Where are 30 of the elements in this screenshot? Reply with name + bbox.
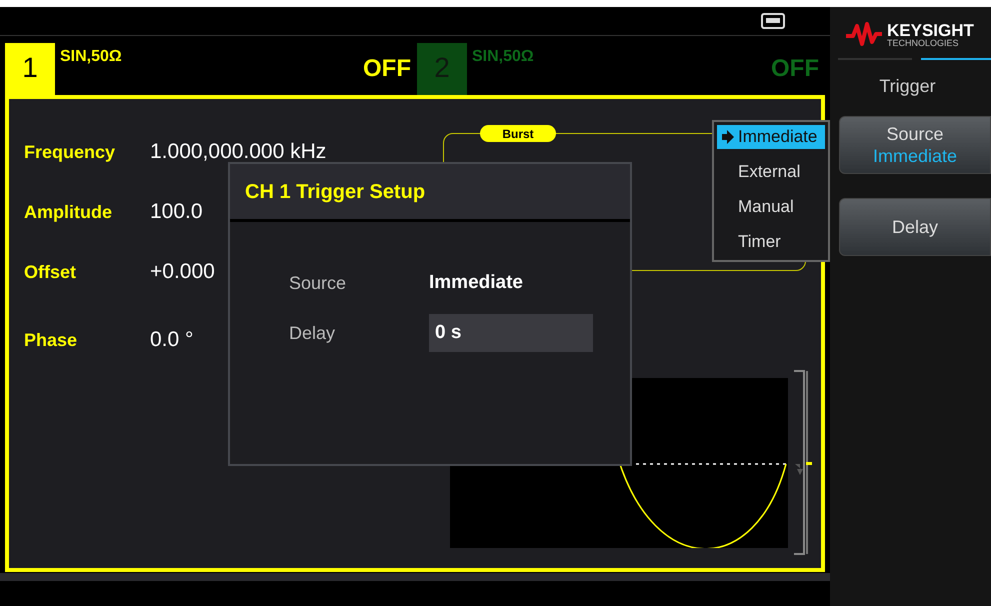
input-field[interactable]: 0 s [429, 314, 593, 352]
dialog-title: CH 1 Trigger Setup [245, 180, 426, 204]
burst-label: Burst [480, 125, 556, 142]
parameter-value[interactable]: 0.0 ° [150, 324, 194, 356]
brand-name: KEYSIGHT [887, 22, 974, 38]
parameter-label: Frequency [24, 140, 116, 164]
wave-logo-icon [845, 22, 883, 48]
parameter-label: Offset [24, 260, 78, 284]
menu-item[interactable]: Manual [717, 195, 825, 219]
field-label: Delay [289, 322, 336, 345]
menu-title: Trigger [878, 75, 937, 98]
field-value[interactable]: Immediate [429, 268, 523, 298]
channel-tab[interactable]: 1 [5, 43, 55, 95]
parameter-value[interactable]: 100.0 [150, 196, 203, 228]
output-state: OFF [771, 54, 819, 84]
arrow-icon [721, 130, 735, 144]
waveform-label: SIN,50Ω [60, 47, 122, 67]
softkey-button[interactable]: Delay [839, 198, 991, 256]
parameter-value[interactable]: +0.000 [150, 256, 215, 288]
softkey-button[interactable]: Source Immediate [839, 116, 991, 174]
waveform-label: SIN,50Ω [472, 47, 534, 67]
menu-item[interactable]: Timer [717, 230, 825, 254]
output-state: OFF [363, 54, 411, 84]
keyboard-icon [761, 13, 785, 29]
menu-item[interactable]: Immediate [717, 125, 825, 149]
brand-subtitle: TECHNOLOGIES [887, 38, 960, 48]
parameter-label: Phase [24, 328, 78, 352]
menu-item[interactable]: External [717, 160, 825, 184]
parameter-label: Amplitude [24, 200, 113, 224]
field-label: Source [289, 272, 348, 294]
